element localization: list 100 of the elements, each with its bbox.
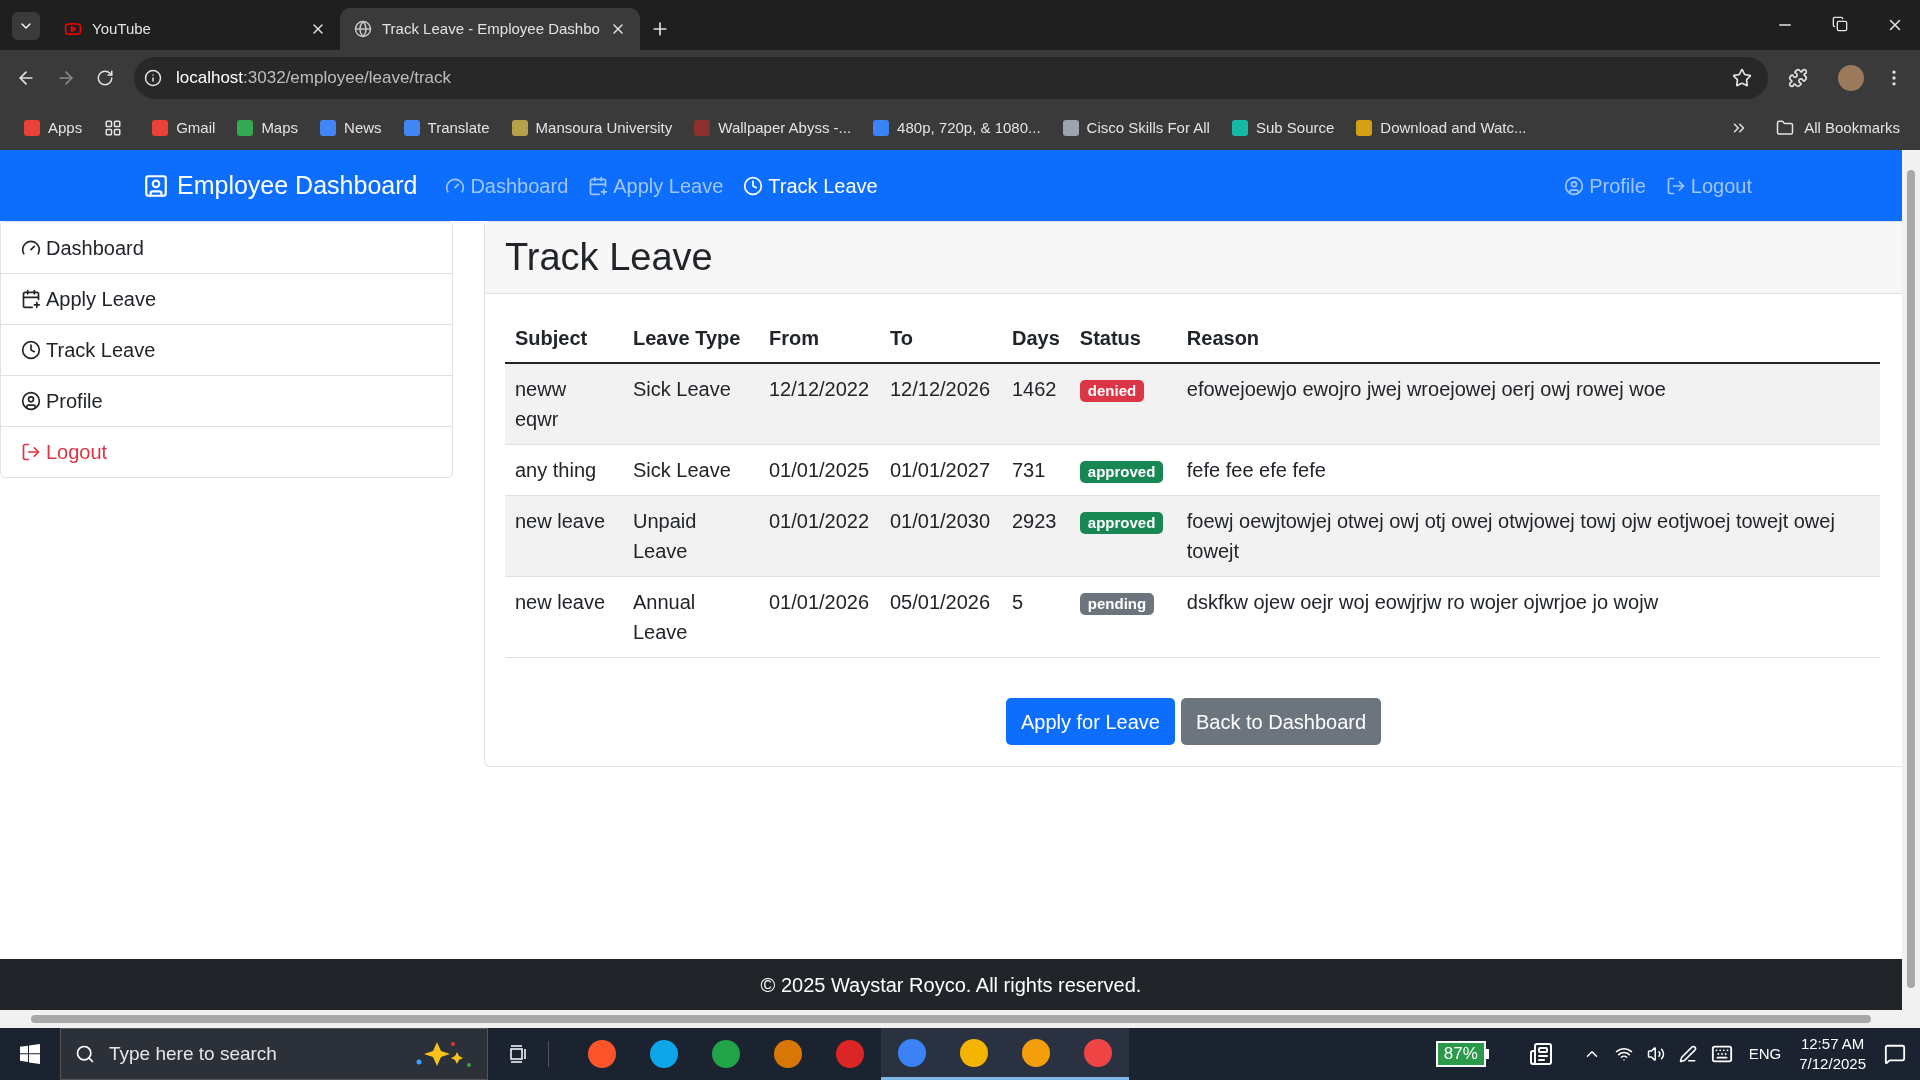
star-icon[interactable] — [1732, 68, 1752, 88]
page-title: Track Leave — [505, 235, 713, 280]
logout-icon — [1665, 175, 1686, 196]
news-icon[interactable] — [1528, 1042, 1553, 1066]
extensions-icon[interactable] — [1788, 68, 1808, 88]
taskbar-app[interactable] — [881, 1028, 943, 1080]
wifi-icon[interactable] — [1614, 1045, 1633, 1063]
clock[interactable]: 12:57 AM 7/12/2025 — [1799, 1034, 1866, 1074]
calendar-plus-icon — [21, 289, 41, 309]
table-cell: 01/01/2025 — [759, 444, 880, 496]
notification-icon[interactable] — [1884, 1043, 1906, 1065]
folder-icon — [1776, 119, 1795, 137]
status-badge: approved — [1079, 461, 1164, 483]
table-cell: fefe fee efe fefe — [1176, 444, 1880, 496]
apply-button[interactable]: Apply for Leave — [1005, 698, 1175, 745]
table-cell: 12/12/2022 — [759, 363, 880, 445]
table-cell: 12/12/2026 — [880, 363, 1002, 445]
table-cell: Unpaid Leave — [623, 495, 759, 577]
column-header: Reason — [1176, 314, 1880, 363]
column-header: From — [759, 314, 880, 363]
id-badge-icon — [143, 172, 169, 199]
column-header: To — [880, 314, 1002, 363]
table-cell: 01/01/2030 — [880, 495, 1002, 577]
table-cell: neww eqwr — [505, 363, 623, 445]
sidebar-item[interactable]: Logout — [1, 426, 452, 477]
browser-tab[interactable]: YouTube — [50, 8, 340, 50]
battery-indicator: 87% — [1435, 1041, 1489, 1067]
logout-icon — [21, 442, 41, 462]
table-cell: 5 — [1002, 576, 1070, 658]
info-icon — [144, 69, 162, 87]
table-cell: 01/01/2022 — [759, 495, 880, 577]
table-cell: new leave — [505, 495, 623, 577]
reload-icon[interactable] — [96, 69, 114, 87]
table-cell: efowejoewjo ewojro jwej wroejowej oerj owj rowej woe — [1176, 363, 1880, 445]
globe-icon — [354, 20, 372, 38]
address-bar[interactable]: localhost:3032/employee/leave/track — [134, 57, 1768, 99]
back-button[interactable]: Back to Dashboard — [1180, 698, 1382, 745]
speaker-icon[interactable] — [1646, 1045, 1665, 1063]
table-cell: 01/01/2026 — [759, 576, 880, 658]
table-cell: 01/01/2027 — [880, 444, 1002, 496]
windows-icon[interactable] — [20, 1044, 40, 1064]
column-header: Status — [1069, 314, 1177, 363]
browser-tab[interactable]: Track Leave - Employee Dashbo — [340, 8, 640, 50]
search-field[interactable]: Type here to search — [60, 1028, 488, 1080]
tab-list-button[interactable] — [12, 12, 40, 40]
user-circle-icon — [1564, 175, 1585, 196]
column-header: Days — [1002, 314, 1070, 363]
nav-link[interactable]: Track Leave — [743, 170, 878, 201]
copyright-text: © 2025 Waystar Royco. All rights reserved. — [760, 972, 1142, 998]
user-circle-icon — [21, 391, 41, 411]
table-cell: Sick Leave — [623, 363, 759, 445]
table-cell: foewj oewjtowjej otwej owj otj owej otwjowej towj ojw eotjwoej towejt owej towejt — [1176, 495, 1880, 577]
bookmark-link[interactable]: Translate — [403, 116, 490, 140]
table-cell: 2923 — [1002, 495, 1070, 577]
bookmark-link[interactable]: Maps — [237, 116, 299, 140]
bookmark-link[interactable]: Sub Source — [1231, 116, 1335, 140]
calendar-plus-icon — [588, 175, 609, 196]
task-view-icon[interactable] — [508, 1044, 528, 1064]
bookmark-link[interactable]: Wallpaper Abyss -... — [694, 116, 852, 140]
column-header: Leave Type — [623, 314, 759, 363]
clock-icon — [21, 340, 41, 360]
clock-icon — [743, 175, 764, 196]
avatar[interactable] — [1838, 65, 1864, 91]
table-cell: dskfkw ojew oejr woj eowjrjw ro wojer ojwrjoe jo wojw — [1176, 576, 1880, 658]
bookmark-link[interactable]: Cisco Skills For All — [1062, 116, 1210, 140]
play-icon — [64, 20, 82, 38]
table-cell: any thing — [505, 444, 623, 496]
bookmark-link[interactable]: All Bookmarks — [1776, 116, 1900, 140]
status-badge: pending — [1079, 593, 1155, 615]
sidebar-item[interactable]: Apply Leave — [1, 273, 452, 324]
table-cell: Annual Leave — [623, 576, 759, 658]
sidebar-item[interactable]: Profile — [1, 375, 452, 426]
status-badge: approved — [1079, 512, 1164, 534]
search-icon — [75, 1044, 95, 1064]
url-text: localhost:3032/employee/leave/track — [176, 67, 451, 90]
pen-icon[interactable] — [1678, 1045, 1697, 1063]
bookmark-link[interactable]: 480p, 720p, & 1080... — [873, 116, 1041, 140]
sidebar-item[interactable]: Dashboard — [1, 222, 452, 273]
bookmark-link[interactable]: Gmail — [152, 116, 216, 140]
status-badge: denied — [1079, 380, 1145, 402]
tab-title: YouTube — [92, 18, 152, 39]
restore-icon[interactable] — [1832, 16, 1848, 32]
bookmark-link[interactable]: News — [320, 116, 382, 140]
vertical-scrollbar[interactable] — [1907, 170, 1915, 988]
table-cell: Sick Leave — [623, 444, 759, 496]
sidebar-item[interactable]: Track Leave — [1, 324, 452, 375]
language-indicator[interactable]: ENG — [1748, 1042, 1782, 1066]
table-cell: 1462 — [1002, 363, 1070, 445]
grid-icon[interactable] — [104, 119, 123, 137]
table-cell: new leave — [505, 576, 623, 658]
bookmark-link[interactable]: Apps — [24, 116, 83, 140]
taskbar-app[interactable] — [1067, 1028, 1129, 1080]
horizontal-scrollbar[interactable] — [31, 1015, 1871, 1023]
keyboard-icon[interactable] — [1710, 1043, 1733, 1065]
navbar-brand[interactable]: Employee Dashboard — [143, 166, 418, 205]
tab-title: Track Leave - Employee Dashbo — [382, 18, 600, 39]
table-cell: 05/01/2026 — [880, 576, 1002, 658]
column-header: Subject — [505, 314, 623, 363]
bookmark-link[interactable]: Download and Watc... — [1356, 116, 1527, 140]
bookmark-link[interactable]: Mansoura University — [511, 116, 673, 140]
